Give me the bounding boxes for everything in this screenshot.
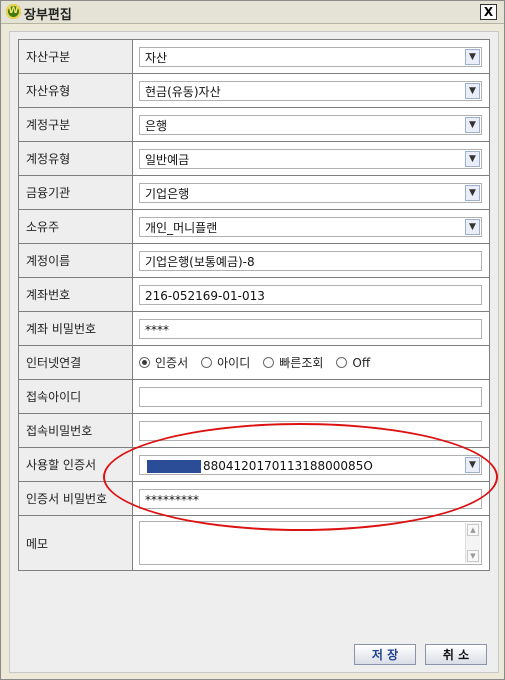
row-login-id: 접속아이디: [19, 380, 489, 414]
field-label: 인터넷연결: [19, 346, 133, 379]
row-account-type: 계정유형 일반예금 ▼: [19, 142, 489, 176]
asset-type-select[interactable]: 현금(유동)자산 ▼: [139, 80, 482, 101]
close-button[interactable]: X: [480, 4, 497, 20]
account-number-input[interactable]: 216-052169-01-013: [139, 284, 482, 305]
select-value: 현금(유동)자산: [145, 84, 221, 99]
redaction-block: [147, 459, 201, 473]
row-asset-category: 자산구분 자산 ▼: [19, 40, 489, 74]
memo-scrollbar[interactable]: ▲ ▼: [465, 523, 480, 563]
radio-quick-lookup[interactable]: 빠른조회: [263, 354, 323, 371]
arrow-down-icon[interactable]: ▼: [467, 550, 479, 562]
row-account-category: 계정구분 은행 ▼: [19, 108, 489, 142]
certificate-password-input[interactable]: *********: [139, 488, 482, 509]
arrow-up-icon[interactable]: ▲: [467, 524, 479, 536]
radio-button[interactable]: [201, 357, 213, 368]
chevron-down-icon[interactable]: ▼: [465, 456, 480, 473]
title-bar[interactable]: W 장부편집 X: [1, 1, 504, 24]
field-label: 계정구분: [19, 108, 133, 141]
account-type-select[interactable]: 일반예금 ▼: [139, 148, 482, 169]
account-name-input[interactable]: 기업은행(보통예금)-8: [139, 250, 482, 271]
radio-label: 아이디: [217, 356, 251, 370]
chevron-down-icon[interactable]: ▼: [465, 218, 480, 235]
login-password-input[interactable]: [139, 420, 482, 441]
select-value: 은행: [145, 118, 168, 133]
memo-textarea[interactable]: ▲ ▼: [139, 521, 482, 565]
field-label: 계정이름: [19, 244, 133, 277]
row-asset-type: 자산유형 현금(유동)자산 ▼: [19, 74, 489, 108]
window-title: 장부편집: [24, 8, 72, 23]
select-value: 일반예금: [145, 152, 190, 167]
account-form: 자산구분 자산 ▼ 자산유형 현금(유동)자산 ▼ 계정구분 은행 ▼ 계정유형 일반…: [18, 39, 490, 571]
field-label: 소유주: [19, 210, 133, 243]
owner-select[interactable]: 개인_머니플랜 ▼: [139, 216, 482, 237]
asset-category-select[interactable]: 자산 ▼: [139, 46, 482, 67]
row-institution: 금융기관 기업은행 ▼: [19, 176, 489, 210]
radio-button[interactable]: [263, 357, 275, 368]
row-login-password: 접속비밀번호: [19, 414, 489, 448]
select-value: 기업은행: [145, 186, 190, 201]
account-edit-dialog: W 장부편집 X 자산구분 자산 ▼ 자산유형 현금(유동)자산 ▼ 계정구분 은행…: [0, 0, 505, 680]
save-button[interactable]: 저 장: [354, 644, 416, 665]
account-password-input[interactable]: ****: [139, 318, 482, 339]
radio-label: Off: [352, 355, 371, 370]
chevron-down-icon[interactable]: ▼: [465, 184, 480, 201]
row-certificate-password: 인증서 비밀번호 *********: [19, 482, 489, 516]
row-account-password: 계좌 비밀번호 ****: [19, 312, 489, 346]
field-label: 자산유형: [19, 74, 133, 107]
select-value: 자산: [145, 50, 168, 65]
chevron-down-icon[interactable]: ▼: [465, 48, 480, 65]
radio-button[interactable]: [139, 357, 150, 368]
form-panel: 자산구분 자산 ▼ 자산유형 현금(유동)자산 ▼ 계정구분 은행 ▼ 계정유형 일반…: [9, 31, 499, 673]
connection-radio-group: 인증서 아이디 빠른조회 Off: [139, 353, 383, 373]
select-value: 개인_머니플랜: [145, 220, 218, 235]
login-id-input[interactable]: [139, 386, 482, 407]
field-label: 접속비밀번호: [19, 414, 133, 447]
chevron-down-icon[interactable]: ▼: [465, 150, 480, 167]
row-internet-link: 인터넷연결 인증서 아이디 빠른조회 Off: [19, 346, 489, 380]
certificate-select[interactable]: 880412017011318800085O ▼: [139, 454, 482, 475]
app-logo-icon: W: [6, 4, 21, 19]
field-label: 접속아이디: [19, 380, 133, 413]
field-label: 사용할 인증서: [19, 448, 133, 481]
row-memo: 메모 ▲ ▼: [19, 516, 489, 570]
row-owner: 소유주 개인_머니플랜 ▼: [19, 210, 489, 244]
field-label: 메모: [19, 516, 133, 570]
field-label: 계좌 비밀번호: [19, 312, 133, 345]
institution-select[interactable]: 기업은행 ▼: [139, 182, 482, 203]
account-category-select[interactable]: 은행 ▼: [139, 114, 482, 135]
field-label: 자산구분: [19, 40, 133, 73]
field-label: 금융기관: [19, 176, 133, 209]
cancel-button[interactable]: 취 소: [425, 644, 487, 665]
radio-id[interactable]: 아이디: [201, 354, 250, 371]
radio-certificate[interactable]: 인증서: [139, 354, 188, 371]
row-account-name: 계정이름 기업은행(보통예금)-8: [19, 244, 489, 278]
field-label: 계좌번호: [19, 278, 133, 311]
radio-label: 인증서: [155, 356, 189, 370]
row-certificate: 사용할 인증서 880412017011318800085O ▼: [19, 448, 489, 482]
radio-label: 빠른조회: [279, 356, 324, 370]
field-label: 계정유형: [19, 142, 133, 175]
radio-off[interactable]: Off: [336, 356, 370, 370]
field-label: 인증서 비밀번호: [19, 482, 133, 515]
chevron-down-icon[interactable]: ▼: [465, 116, 480, 133]
chevron-down-icon[interactable]: ▼: [465, 82, 480, 99]
radio-button[interactable]: [336, 357, 348, 368]
select-value: 880412017011318800085O: [203, 458, 373, 473]
row-account-number: 계좌번호 216-052169-01-013: [19, 278, 489, 312]
